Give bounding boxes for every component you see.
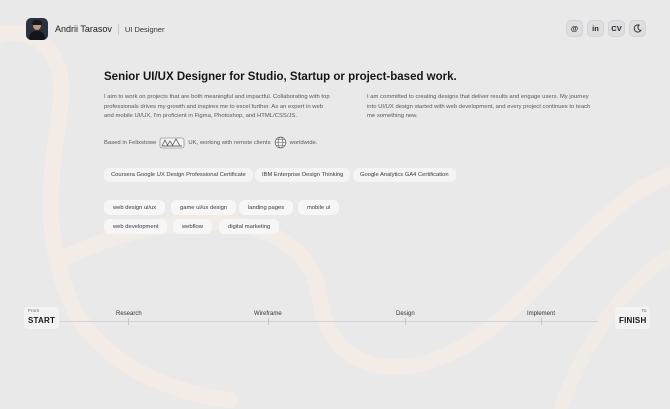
cv-icon: CV [611,24,622,33]
intro-paragraph-right: I am committed to creating designs that … [367,94,591,120]
certificate-chip[interactable]: Coursera Google UX Design Professional C… [104,168,253,182]
timeline-finish-label: FINISH [619,316,647,325]
skill-tag[interactable]: web development [104,219,168,234]
timeline-stage-wireframe: Wireframe [254,311,282,317]
timeline-start-label: START [28,316,56,325]
intro-paragraph-left: I aim to work on projects that are both … [104,94,330,120]
timeline-line [60,321,598,322]
linkedin-icon: in [592,24,599,33]
location-suffix: worldwide. [289,140,318,146]
profile-name: Andrii Tarasov [55,24,112,34]
skill-tag[interactable]: landing pages [239,200,294,215]
skill-tag[interactable]: digital marketing [219,219,280,234]
timeline-stage-design: Design [396,311,415,317]
timeline-stage-implement: Implement [527,311,556,317]
skill-tag[interactable]: mobile ui [298,200,340,215]
location-middle: UK, working with remote clients [188,140,271,146]
skill-tag[interactable]: game ui/ux design [171,200,237,215]
timeline-tick [268,318,269,325]
theme-toggle-button[interactable] [629,20,646,37]
landmark-icon [159,135,185,151]
certificate-chip[interactable]: IBM Enterprise Design Thinking [255,168,351,182]
location-prefix: Based in Felixstowe [104,140,157,146]
skill-tag[interactable]: webflow [173,219,212,234]
profile-divider [117,23,119,35]
email-button[interactable]: @ [566,20,583,37]
timeline-stage-research: Research [116,311,142,317]
profile-header: Andrii Tarasov UI Designer [26,16,164,42]
globe-icon [274,136,287,151]
linkedin-button[interactable]: in [587,20,604,37]
skill-tag[interactable]: web design ui/ux [104,200,166,215]
timeline-start: From START [24,307,60,329]
profile-role: UI Designer [124,24,165,34]
timeline-tick [405,318,406,325]
timeline-tick [541,318,542,325]
location-line: Based in Felixstowe UK, working with rem… [104,135,317,151]
timeline-tick [128,318,129,325]
cv-button[interactable]: CV [608,20,625,37]
moon-icon [633,24,642,33]
timeline-finish: To FINISH [615,307,651,329]
avatar [26,18,48,40]
page-title: Senior UI/UX Designer for Studio, Startu… [104,71,457,83]
at-icon: @ [570,24,579,33]
page: Andrii Tarasov UI Designer @ in CV Senio… [0,0,670,409]
certificate-chip[interactable]: Google Analytics GA4 Certification [353,168,456,182]
